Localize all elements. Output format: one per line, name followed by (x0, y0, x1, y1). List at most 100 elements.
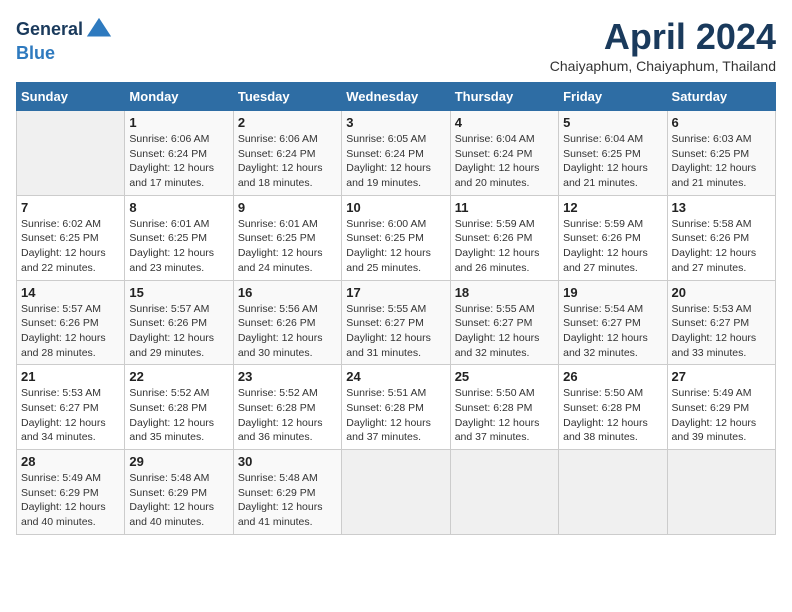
day-info: Sunrise: 5:55 AM Sunset: 6:27 PM Dayligh… (455, 302, 554, 361)
day-info: Sunrise: 6:00 AM Sunset: 6:25 PM Dayligh… (346, 217, 445, 276)
calendar-cell: 1Sunrise: 6:06 AM Sunset: 6:24 PM Daylig… (125, 111, 233, 196)
calendar-cell: 18 Sunrise: 5:55 AM Sunset: 6:27 PM Dayli… (450, 280, 558, 365)
day-number: 20 (672, 285, 771, 300)
calendar-cell: 24 Sunrise: 5:51 AM Sunset: 6:28 PM Dayli… (342, 365, 450, 450)
day-info: Sunrise: 5:55 AM Sunset: 6:27 PM Dayligh… (346, 302, 445, 361)
calendar-cell: 21 Sunrise: 5:53 AM Sunset: 6:27 PM Dayli… (17, 365, 125, 450)
day-number: 13 (672, 200, 771, 215)
calendar-cell: 5 Sunrise: 6:04 AM Sunset: 6:25 PM Daylig… (559, 111, 667, 196)
day-number: 16 (238, 285, 337, 300)
header-thursday: Thursday (450, 83, 558, 111)
day-number: 19 (563, 285, 662, 300)
day-info: Sunrise: 5:59 AM Sunset: 6:26 PM Dayligh… (455, 217, 554, 276)
day-info: Sunrise: 6:03 AM Sunset: 6:25 PM Dayligh… (672, 132, 771, 191)
month-title: April 2024 (550, 16, 776, 58)
calendar-cell: 8 Sunrise: 6:01 AM Sunset: 6:25 PM Daylig… (125, 195, 233, 280)
week-row-2: 7 Sunrise: 6:02 AM Sunset: 6:25 PM Daylig… (17, 195, 776, 280)
day-number: 29 (129, 454, 228, 469)
day-number: 27 (672, 369, 771, 384)
day-number: 18 (455, 285, 554, 300)
day-info: Sunrise: 6:05 AM Sunset: 6:24 PM Dayligh… (346, 132, 445, 191)
day-number: 12 (563, 200, 662, 215)
calendar-cell: 26 Sunrise: 5:50 AM Sunset: 6:28 PM Dayli… (559, 365, 667, 450)
calendar-cell: 3 Sunrise: 6:05 AM Sunset: 6:24 PM Daylig… (342, 111, 450, 196)
week-row-1: 1 Sunrise: 6:06 AM Sunset: 6:24 PM Daylig… (17, 111, 776, 196)
day-info: Sunrise: 5:53 AM Sunset: 6:27 PM Dayligh… (672, 302, 771, 361)
day-info: Sunrise: 5:49 AM Sunset: 6:29 PM Dayligh… (21, 471, 120, 530)
logo-text: General (16, 20, 83, 40)
day-number: 8 (129, 200, 228, 215)
calendar-cell (342, 450, 450, 535)
day-info: Sunrise: 5:48 AM Sunset: 6:29 PM Dayligh… (129, 471, 228, 530)
day-info: Sunrise: 6:01 AM Sunset: 6:25 PM Dayligh… (238, 217, 337, 276)
day-info: Sunrise: 6:04 AM Sunset: 6:24 PM Dayligh… (455, 132, 554, 191)
calendar-cell (17, 111, 125, 196)
day-number: 4 (455, 115, 554, 130)
calendar-cell: 16Sunrise: 5:56 AM Sunset: 6:26 PM Dayli… (233, 280, 341, 365)
day-number: 5 (563, 115, 662, 130)
header-saturday: Saturday (667, 83, 775, 111)
calendar-cell (450, 450, 558, 535)
day-info: Sunrise: 5:58 AM Sunset: 6:26 PM Dayligh… (672, 217, 771, 276)
day-number: 21 (21, 369, 120, 384)
calendar-cell (667, 450, 775, 535)
day-info: Sunrise: 6:01 AM Sunset: 6:25 PM Dayligh… (129, 217, 228, 276)
day-info: Sunrise: 6:04 AM Sunset: 6:25 PM Dayligh… (563, 132, 662, 191)
day-number: 25 (455, 369, 554, 384)
day-number: 2 (238, 115, 337, 130)
calendar-cell: 20 Sunrise: 5:53 AM Sunset: 6:27 PM Dayli… (667, 280, 775, 365)
day-number: 10 (346, 200, 445, 215)
calendar-cell: 4 Sunrise: 6:04 AM Sunset: 6:24 PM Daylig… (450, 111, 558, 196)
calendar-cell: 6 Sunrise: 6:03 AM Sunset: 6:25 PM Daylig… (667, 111, 775, 196)
day-number: 28 (21, 454, 120, 469)
page-header: General Blue April 2024 Chaiyaphum, Chai… (16, 16, 776, 74)
day-info: Sunrise: 5:59 AM Sunset: 6:26 PM Dayligh… (563, 217, 662, 276)
day-number: 26 (563, 369, 662, 384)
day-number: 24 (346, 369, 445, 384)
calendar-cell (559, 450, 667, 535)
calendar-header-row: SundayMondayTuesdayWednesdayThursdayFrid… (17, 83, 776, 111)
header-tuesday: Tuesday (233, 83, 341, 111)
logo-blue-text: Blue (16, 43, 55, 63)
header-wednesday: Wednesday (342, 83, 450, 111)
calendar-cell: 17 Sunrise: 5:55 AM Sunset: 6:27 PM Dayli… (342, 280, 450, 365)
day-info: Sunrise: 5:50 AM Sunset: 6:28 PM Dayligh… (563, 386, 662, 445)
logo: General Blue (16, 16, 113, 64)
day-number: 7 (21, 200, 120, 215)
day-number: 17 (346, 285, 445, 300)
day-number: 1 (129, 115, 228, 130)
day-number: 3 (346, 115, 445, 130)
day-number: 23 (238, 369, 337, 384)
calendar-cell: 22Sunrise: 5:52 AM Sunset: 6:28 PM Dayli… (125, 365, 233, 450)
week-row-5: 28 Sunrise: 5:49 AM Sunset: 6:29 PM Dayli… (17, 450, 776, 535)
title-block: April 2024 Chaiyaphum, Chaiyaphum, Thail… (550, 16, 776, 74)
day-number: 22 (129, 369, 228, 384)
day-info: Sunrise: 5:52 AM Sunset: 6:28 PM Dayligh… (238, 386, 337, 445)
day-info: Sunrise: 6:06 AM Sunset: 6:24 PM Dayligh… (238, 132, 337, 191)
calendar-cell: 27Sunrise: 5:49 AM Sunset: 6:29 PM Dayli… (667, 365, 775, 450)
calendar-cell: 11Sunrise: 5:59 AM Sunset: 6:26 PM Dayli… (450, 195, 558, 280)
day-info: Sunrise: 6:02 AM Sunset: 6:25 PM Dayligh… (21, 217, 120, 276)
calendar-cell: 14Sunrise: 5:57 AM Sunset: 6:26 PM Dayli… (17, 280, 125, 365)
day-info: Sunrise: 5:54 AM Sunset: 6:27 PM Dayligh… (563, 302, 662, 361)
day-info: Sunrise: 5:57 AM Sunset: 6:26 PM Dayligh… (129, 302, 228, 361)
calendar-cell: 10 Sunrise: 6:00 AM Sunset: 6:25 PM Dayli… (342, 195, 450, 280)
day-number: 15 (129, 285, 228, 300)
calendar-cell: 28 Sunrise: 5:49 AM Sunset: 6:29 PM Dayli… (17, 450, 125, 535)
calendar-cell: 13 Sunrise: 5:58 AM Sunset: 6:26 PM Dayli… (667, 195, 775, 280)
day-info: Sunrise: 5:48 AM Sunset: 6:29 PM Dayligh… (238, 471, 337, 530)
day-number: 30 (238, 454, 337, 469)
calendar-table: SundayMondayTuesdayWednesdayThursdayFrid… (16, 82, 776, 535)
day-info: Sunrise: 5:53 AM Sunset: 6:27 PM Dayligh… (21, 386, 120, 445)
calendar-cell: 19 Sunrise: 5:54 AM Sunset: 6:27 PM Dayli… (559, 280, 667, 365)
calendar-cell: 12 Sunrise: 5:59 AM Sunset: 6:26 PM Dayli… (559, 195, 667, 280)
week-row-4: 21 Sunrise: 5:53 AM Sunset: 6:27 PM Dayli… (17, 365, 776, 450)
week-row-3: 14 Sunrise: 5:57 AM Sunset: 6:26 PM Dayli… (17, 280, 776, 365)
header-monday: Monday (125, 83, 233, 111)
logo-blue: Blue (16, 44, 55, 64)
day-info: Sunrise: 5:51 AM Sunset: 6:28 PM Dayligh… (346, 386, 445, 445)
day-number: 14 (21, 285, 120, 300)
calendar-cell: 23 Sunrise: 5:52 AM Sunset: 6:28 PM Dayli… (233, 365, 341, 450)
logo-icon (85, 16, 113, 44)
day-number: 6 (672, 115, 771, 130)
